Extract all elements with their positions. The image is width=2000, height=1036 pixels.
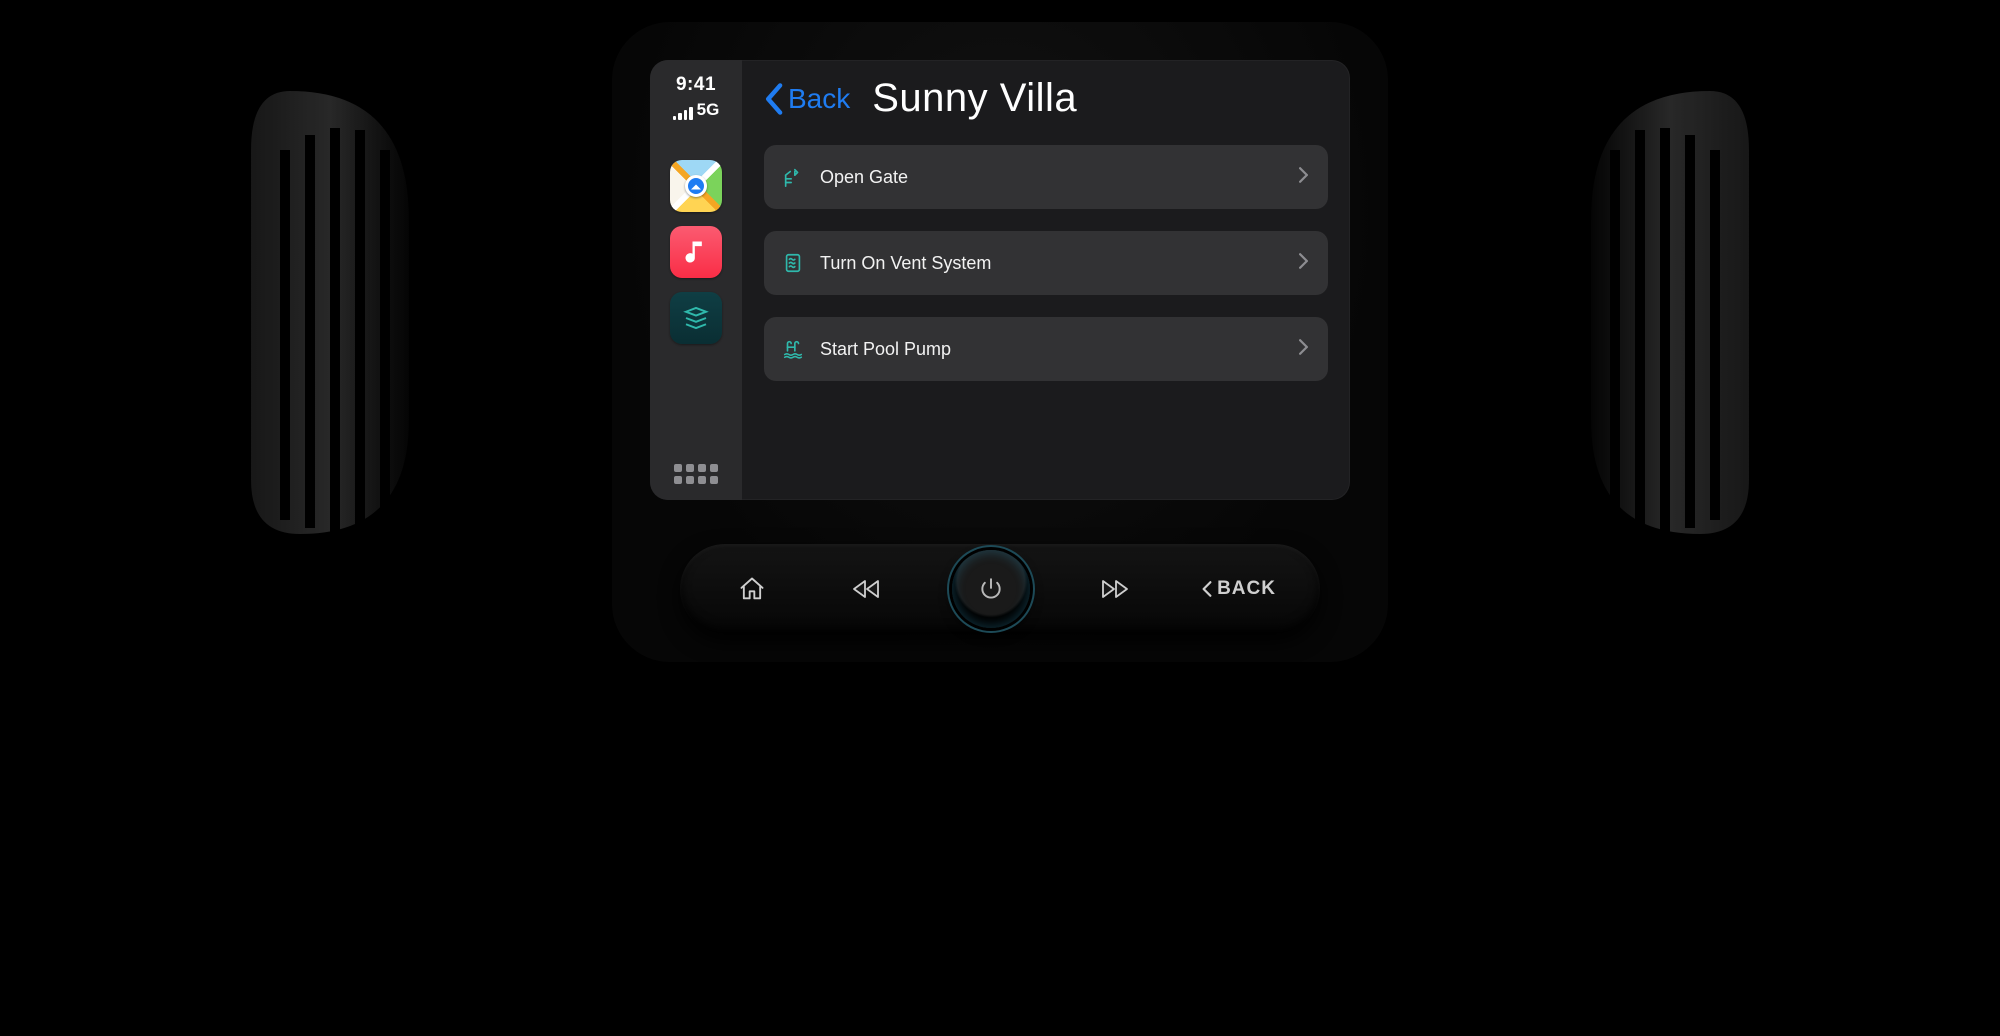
action-open-gate[interactable]: Open Gate <box>764 145 1328 209</box>
physical-controls: BACK <box>680 544 1320 634</box>
power-icon <box>978 576 1004 602</box>
carplay-sidebar: 9:41 5G <box>650 60 742 500</box>
location-arrow-icon <box>685 175 707 197</box>
action-label: Start Pool Pump <box>820 339 1283 360</box>
action-label: Open Gate <box>820 167 1283 188</box>
back-label: Back <box>788 83 850 115</box>
air-vent-right <box>1570 80 1770 540</box>
physical-back-label: BACK <box>1217 578 1276 600</box>
stack-icon <box>681 303 711 333</box>
carplay-screen: 9:41 5G <box>650 60 1350 500</box>
action-vent-system[interactable]: Turn On Vent System <box>764 231 1328 295</box>
content-area: Back Sunny Villa Open Gate <box>742 60 1350 500</box>
music-app[interactable] <box>670 226 722 278</box>
action-label: Turn On Vent System <box>820 253 1283 274</box>
home-app[interactable] <box>670 292 722 344</box>
chevron-right-icon <box>1299 167 1308 188</box>
action-pool-pump[interactable]: Start Pool Pump <box>764 317 1328 381</box>
chevron-right-icon <box>1299 253 1308 274</box>
back-button[interactable]: Back <box>764 82 850 116</box>
pool-icon <box>782 338 804 360</box>
physical-next-button[interactable] <box>1087 561 1143 617</box>
physical-prev-button[interactable] <box>838 561 894 617</box>
chevron-right-icon <box>1299 339 1308 360</box>
physical-back-button[interactable]: BACK <box>1201 578 1276 600</box>
gate-icon <box>782 166 804 188</box>
skip-back-icon <box>850 577 882 601</box>
skip-forward-icon <box>1099 577 1131 601</box>
physical-home-button[interactable] <box>724 561 780 617</box>
app-grid-button[interactable] <box>674 464 718 484</box>
music-note-icon <box>682 238 710 266</box>
status-network: 5G <box>673 100 720 120</box>
chevron-left-icon <box>764 82 786 116</box>
dashboard: 9:41 5G <box>240 0 1760 784</box>
app-dock <box>670 160 722 344</box>
status-time: 9:41 <box>676 74 716 96</box>
head-unit: 9:41 5G <box>610 20 1390 664</box>
nav-bar: Back Sunny Villa <box>764 76 1328 121</box>
signal-bars-icon <box>673 106 693 120</box>
vent-icon <box>782 252 804 274</box>
network-label: 5G <box>697 100 720 120</box>
maps-app[interactable] <box>670 160 722 212</box>
home-icon <box>738 575 766 603</box>
page-title: Sunny Villa <box>872 76 1077 121</box>
physical-power-knob[interactable] <box>952 550 1030 628</box>
air-vent-left <box>230 80 430 540</box>
chevron-left-icon <box>1201 580 1213 598</box>
